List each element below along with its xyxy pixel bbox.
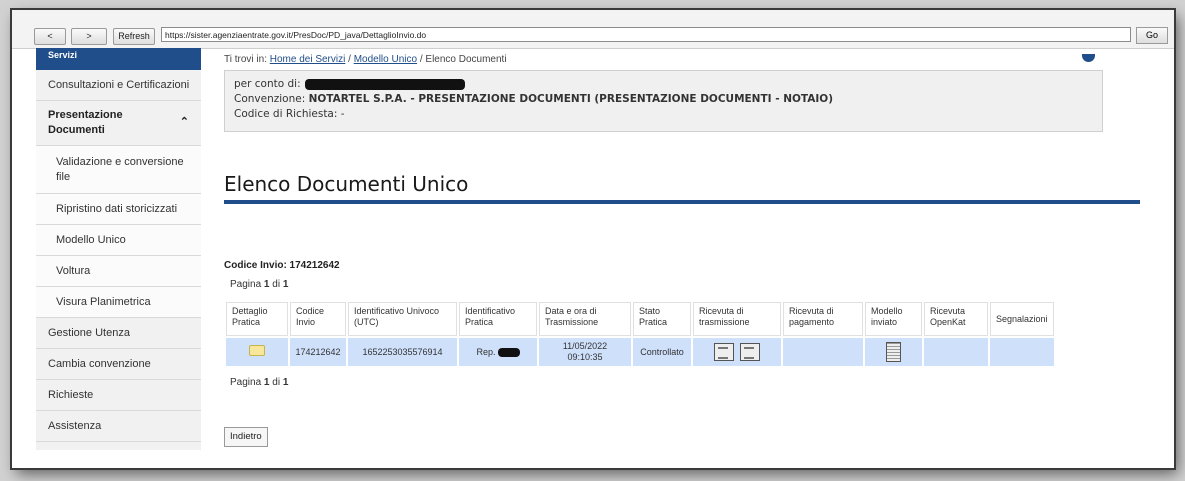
data-date: 11/05/2022 [562, 341, 608, 351]
back-button[interactable]: < [34, 28, 66, 45]
header-segnalazioni: Segnalazioni [990, 302, 1054, 336]
receipt-alt-icon[interactable] [740, 343, 760, 361]
redacted-name [304, 78, 465, 90]
documents-table: Dettaglio Pratica Codice Invio Identific… [224, 300, 1056, 368]
table-row: 174212642 1652253035576914 Rep. 11/05/20… [226, 338, 1054, 366]
breadcrumb-link-home[interactable]: Home dei Servizi [270, 54, 346, 65]
forward-button[interactable]: > [71, 28, 107, 45]
sidebar-item-label: Ripristino dati storicizzati [56, 203, 178, 215]
pagination-total: 1 [282, 377, 289, 388]
cell-data: 11/05/2022 09:10:35 [539, 338, 631, 366]
convenzione-label: Convenzione: [234, 93, 306, 105]
sidebar-item-label: Cambia convenzione [48, 358, 151, 370]
sidebar: Servizi Consultazioni e Certificazioni P… [36, 48, 201, 450]
redacted-pratica [497, 347, 520, 357]
receipt-icon[interactable] [714, 343, 734, 361]
breadcrumb-prefix: Ti trovi in: [224, 54, 267, 65]
breadcrumb-separator: / [419, 54, 423, 65]
sidebar-item-consultazioni[interactable]: Consultazioni e Certificazioni [36, 70, 201, 101]
sidebar-item-label: Presentazione Documenti [48, 109, 123, 136]
pagination-of: di [272, 377, 281, 388]
back-page-button[interactable]: Indietro [224, 427, 268, 447]
breadcrumb-link-modello[interactable]: Modello Unico [354, 54, 417, 65]
page-title: Elenco Documenti Unico [224, 172, 469, 196]
pagination-current: 1 [263, 377, 270, 388]
sidebar-item-label: Gestione Utenza [48, 327, 130, 339]
user-icon[interactable] [1082, 54, 1095, 62]
document-icon[interactable] [886, 342, 901, 362]
cell-utc: 1652253035576914 [348, 338, 457, 366]
pratica-value: Rep. [476, 346, 496, 357]
pagination-current: 1 [263, 279, 270, 290]
sidebar-item-label: Voltura [56, 265, 91, 277]
cell-ricevuta-trasmissione [693, 338, 781, 366]
pagination-bottom: Pagina 1 di 1 [230, 377, 288, 388]
cell-codice: 174212642 [290, 338, 346, 366]
sidebar-item-cambia-convenzione[interactable]: Cambia convenzione [36, 349, 201, 380]
refresh-button[interactable]: Refresh [113, 28, 155, 45]
conto-label: per conto di: [234, 78, 301, 90]
browser-toolbar: < > Refresh https://sister.agenziaentrat… [12, 10, 1174, 49]
sidebar-item-label: Assistenza [48, 420, 102, 432]
sidebar-item-presentazione[interactable]: Presentazione Documenti ⌃ [36, 101, 201, 146]
sidebar-item-voltura[interactable]: Voltura [36, 256, 201, 287]
sidebar-item-label: Consultazioni e Certificazioni [48, 79, 190, 91]
pagination-prefix: Pagina [230, 377, 262, 388]
header-ricevuta-trasmissione: Ricevuta di trasmissione [693, 302, 781, 336]
info-box: per conto di: Convenzione: NOTARTEL S.P.… [224, 70, 1103, 132]
sidebar-item-label: Richieste [48, 389, 94, 401]
header-modello: Modello inviato [865, 302, 922, 336]
cell-stato: Controllato [633, 338, 691, 366]
header-codice: Codice Invio [290, 302, 346, 336]
header-pratica: Identificativo Pratica [459, 302, 537, 336]
sidebar-top-item[interactable]: Servizi [36, 48, 201, 70]
pagination-total: 1 [282, 279, 289, 290]
sidebar-item-assistenza[interactable]: Assistenza [36, 411, 201, 442]
sidebar-item-validazione[interactable]: Validazione e conversione file [36, 146, 201, 194]
header-stato: Stato Pratica [633, 302, 691, 336]
sidebar-item-label: Visura Planimetrica [56, 296, 151, 308]
go-button[interactable]: Go [1136, 27, 1168, 44]
header-dettaglio: Dettaglio Pratica [226, 302, 288, 336]
sidebar-item-ripristino[interactable]: Ripristino dati storicizzati [36, 194, 201, 225]
codice-richiesta: Codice di Richiesta: - [234, 108, 345, 120]
cell-dettaglio [226, 338, 288, 366]
title-divider [224, 200, 1140, 204]
sidebar-item-modello-unico[interactable]: Modello Unico [36, 225, 201, 256]
header-ricevuta-pagamento: Ricevuta di pagamento [783, 302, 863, 336]
header-openkat: Ricevuta OpenKat [924, 302, 988, 336]
header-utc: Identificativo Univoco (UTC) [348, 302, 457, 336]
cell-openkat [924, 338, 988, 366]
table-header-row: Dettaglio Pratica Codice Invio Identific… [226, 302, 1054, 336]
chevron-up-icon[interactable]: ⌃ [180, 115, 189, 128]
cell-pratica: Rep. [459, 338, 537, 366]
browser-window: < > Refresh https://sister.agenziaentrat… [12, 10, 1174, 468]
breadcrumb-separator: / [348, 54, 351, 65]
data-time: 09:10:35 [567, 352, 603, 362]
sidebar-item-richieste[interactable]: Richieste [36, 380, 201, 411]
cell-modello [865, 338, 922, 366]
cell-segnalazioni [990, 338, 1054, 366]
codice-invio: Codice Invio: 174212642 [224, 260, 340, 271]
sidebar-item-label: Validazione e conversione file [56, 155, 184, 183]
convenzione-value: NOTARTEL S.P.A. - PRESENTAZIONE DOCUMENT… [308, 93, 834, 105]
address-bar[interactable]: https://sister.agenziaentrate.gov.it/Pre… [161, 27, 1131, 42]
breadcrumb-current: Elenco Documenti [425, 54, 507, 65]
pagination-prefix: Pagina [230, 279, 262, 290]
sidebar-item-gestione-utenza[interactable]: Gestione Utenza [36, 318, 201, 349]
header-data: Data e ora di Trasmissione [539, 302, 631, 336]
folder-icon[interactable] [249, 345, 265, 356]
sidebar-item-visura[interactable]: Visura Planimetrica [36, 287, 201, 318]
breadcrumb: Ti trovi in: Home dei Servizi / Modello … [224, 54, 507, 65]
cell-ricevuta-pagamento [783, 338, 863, 366]
sidebar-item-label: Modello Unico [56, 234, 126, 246]
pagination-top: Pagina 1 di 1 [230, 279, 288, 290]
pagination-of: di [272, 279, 281, 290]
